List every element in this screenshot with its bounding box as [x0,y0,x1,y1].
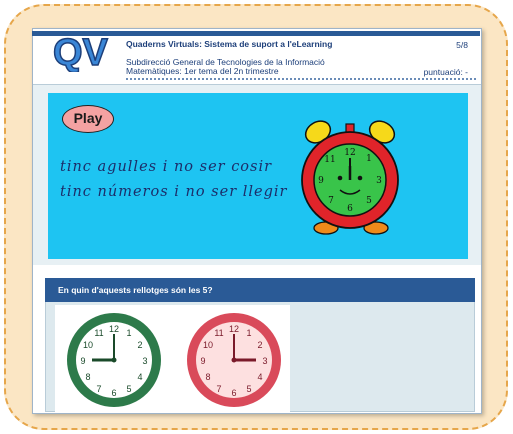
option-pink-clock[interactable]: 12 123 4567 891011 [183,312,285,408]
svg-text:6: 6 [347,204,353,214]
alarm-eye-right [357,175,363,181]
qv-logo: QV [52,31,109,72]
logo-letters: QV [53,32,109,72]
alarm-clock-illustration: 12 1 3 6 9 11 5 7 [301,120,399,235]
svg-text:9: 9 [200,356,205,366]
green-clock-center [111,357,117,363]
svg-text:1: 1 [126,328,131,338]
svg-text:10: 10 [203,340,213,350]
header-title: Quaderns Virtuals: Sistema de suport a l… [126,39,333,49]
svg-text:7: 7 [328,196,334,206]
svg-text:3: 3 [142,356,147,366]
svg-text:9: 9 [80,356,85,366]
header-divider [126,78,476,80]
svg-text:1: 1 [246,328,251,338]
svg-text:4: 4 [137,372,142,382]
alarm-eye-left [337,175,343,181]
svg-text:12: 12 [344,148,355,158]
svg-text:5: 5 [126,384,131,394]
svg-text:12: 12 [109,324,119,334]
svg-text:1: 1 [366,154,372,164]
svg-text:11: 11 [94,328,103,338]
svg-text:2: 2 [257,340,262,350]
svg-text:3: 3 [262,356,267,366]
svg-text:10: 10 [83,340,93,350]
svg-text:3: 3 [376,176,382,186]
riddle-line-1: tinc agulles i no ser cosir [60,159,273,175]
svg-text:9: 9 [318,176,324,186]
svg-text:6: 6 [111,388,116,398]
option-green-clock[interactable]: 12 123 4567 891011 [63,312,165,408]
riddle-text: tinc agulles i no ser cosir tinc números… [60,155,320,205]
play-button[interactable]: Play [62,105,114,133]
page-indicator: 5/8 [456,40,468,50]
svg-text:12: 12 [229,324,239,334]
question-bar: En quin d'aquests rellotges són les 5? [45,278,475,302]
svg-text:5: 5 [366,196,372,206]
svg-text:11: 11 [324,155,335,165]
svg-text:11: 11 [214,328,223,338]
svg-text:8: 8 [205,372,210,382]
svg-text:7: 7 [96,384,101,394]
svg-text:2: 2 [137,340,142,350]
score-label: puntuació: - [423,67,468,77]
pink-clock-center [231,357,237,363]
riddle-line-2: tinc números i no ser llegir [60,184,288,200]
header-subtitle-2: Matemàtiques: 1er tema del 2n trimestre [126,66,279,76]
svg-text:7: 7 [216,384,221,394]
svg-text:4: 4 [257,372,262,382]
svg-text:8: 8 [85,372,90,382]
svg-text:6: 6 [231,388,236,398]
svg-text:5: 5 [246,384,251,394]
